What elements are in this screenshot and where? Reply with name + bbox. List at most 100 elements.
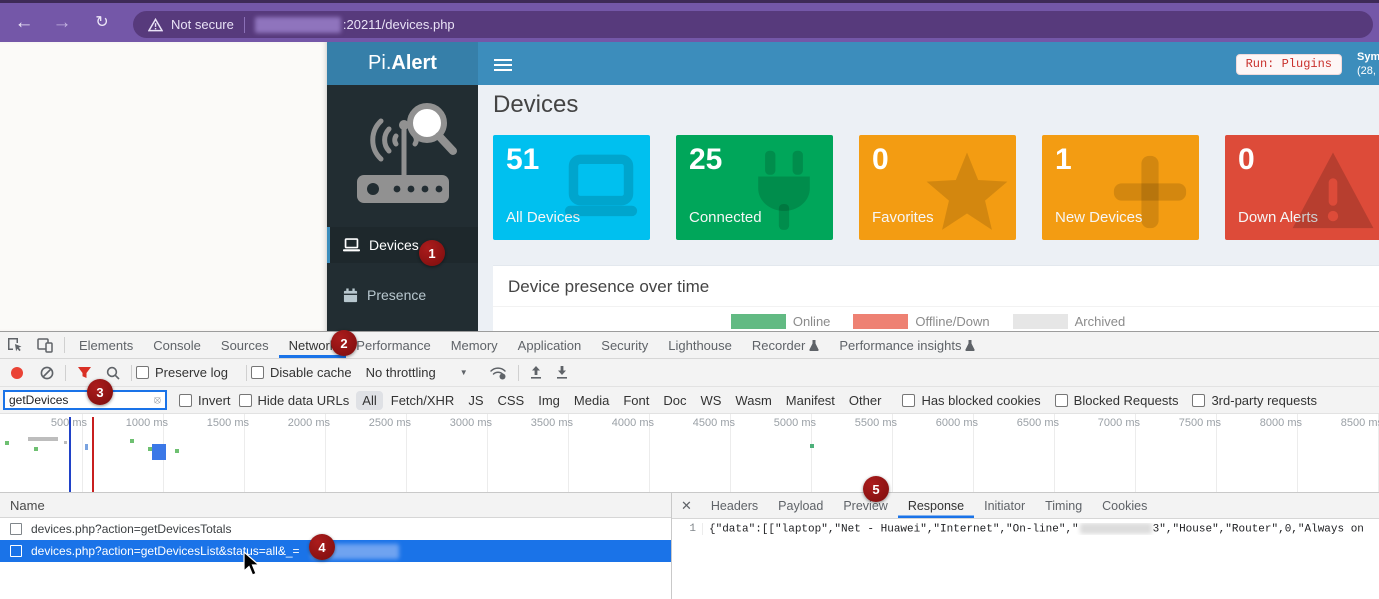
response-body-line[interactable]: 1 {"data":[["laptop","Net - Huawei","Int…: [672, 523, 1379, 535]
checkbox-label: Has blocked cookies: [921, 393, 1040, 408]
hamburger-menu-icon[interactable]: [494, 56, 512, 74]
request-list-header[interactable]: Name: [0, 493, 671, 518]
checkbox-icon[interactable]: [136, 366, 149, 379]
clear-filter-icon[interactable]: ⦻: [154, 394, 161, 407]
import-har-icon[interactable]: [523, 366, 549, 379]
resource-type-filter[interactable]: Fetch/XHR: [385, 391, 461, 410]
stat-card-connected[interactable]: 25 Connected: [676, 135, 833, 240]
address-bar[interactable]: Not secure :20211/devices.php: [133, 11, 1373, 38]
warning-triangle-icon: [148, 18, 163, 32]
checkbox-icon[interactable]: [179, 394, 192, 407]
tab-recorder[interactable]: Recorder: [742, 332, 829, 358]
screenshot-root: ← → ↻ Not secure :20211/devices.php Pi.A…: [0, 0, 1379, 599]
laptop-icon: [343, 238, 360, 252]
tab-sources[interactable]: Sources: [211, 332, 279, 358]
annotation-badge-2: 2: [331, 330, 357, 356]
resource-type-filter[interactable]: Img: [532, 391, 566, 410]
hide-data-urls-checkbox[interactable]: Hide data URLs: [239, 393, 350, 408]
request-list-panel: Name devices.php?action=getDevicesTotals…: [0, 493, 672, 599]
reload-icon[interactable]: ↻: [90, 11, 114, 35]
record-button[interactable]: [11, 367, 23, 379]
stat-card-down-alerts[interactable]: 0 Down Alerts: [1225, 135, 1379, 240]
request-row-get-devices-list[interactable]: devices.php?action=getDevicesList&status…: [0, 540, 671, 562]
timeline-tick-label: 3000 ms: [420, 417, 492, 429]
resource-type-filter[interactable]: Other: [843, 391, 888, 410]
tab-headers[interactable]: Headers: [701, 493, 768, 518]
resource-type-filter[interactable]: Wasm: [729, 391, 777, 410]
search-icon[interactable]: [99, 366, 127, 380]
resource-type-filter[interactable]: WS: [694, 391, 727, 410]
third-party-requests-checkbox[interactable]: 3rd-party requests: [1192, 393, 1317, 408]
sidebar-item-devices[interactable]: Devices: [327, 227, 478, 263]
back-icon[interactable]: ←: [12, 11, 36, 35]
legend-label: Archived: [1075, 314, 1126, 329]
tab-memory[interactable]: Memory: [441, 332, 508, 358]
tab-lighthouse[interactable]: Lighthouse: [658, 332, 742, 358]
plus-icon: [1107, 149, 1193, 235]
checkbox-icon[interactable]: [1055, 394, 1068, 407]
resource-type-filter[interactable]: Doc: [657, 391, 692, 410]
export-har-icon[interactable]: [549, 366, 575, 379]
resource-type-filter[interactable]: CSS: [492, 391, 531, 410]
clear-icon[interactable]: [33, 366, 61, 380]
invert-checkbox[interactable]: Invert: [179, 393, 231, 408]
tab-performance-insights[interactable]: Performance insights: [829, 332, 985, 358]
has-blocked-cookies-checkbox[interactable]: Has blocked cookies: [902, 393, 1040, 408]
timeline-activity-mark: [5, 441, 9, 445]
tab-cookies[interactable]: Cookies: [1092, 493, 1157, 518]
filter-input[interactable]: getDevices ⦻: [3, 390, 167, 410]
url-text: :20211/devices.php: [343, 17, 455, 32]
tab-console[interactable]: Console: [143, 332, 211, 358]
legend-item[interactable]: Online: [731, 314, 847, 329]
name-column-header[interactable]: Name: [10, 498, 45, 513]
resource-type-filter[interactable]: Media: [568, 391, 615, 410]
close-icon[interactable]: ✕: [672, 493, 701, 518]
sidebar-item-label: Presence: [367, 287, 426, 303]
run-plugins-button[interactable]: Run: Plugins: [1236, 54, 1342, 75]
disable-cache-checkbox[interactable]: Disable cache: [251, 365, 352, 380]
tab-timing[interactable]: Timing: [1035, 493, 1092, 518]
warning-icon: [1290, 149, 1376, 235]
stat-card-all-devices[interactable]: 51 All Devices: [493, 135, 650, 240]
pialert-logo-text[interactable]: Pi.Alert: [327, 42, 478, 85]
stat-card-new-devices[interactable]: 1 New Devices: [1042, 135, 1199, 240]
tab-elements[interactable]: Elements: [69, 332, 143, 358]
devtools-panel: Elements Console Sources Network Perform…: [0, 331, 1379, 599]
mouse-cursor: [243, 551, 261, 577]
resource-type-filters: AllFetch/XHRJSCSSImgMediaFontDocWSWasmMa…: [355, 391, 888, 410]
sidebar-item-presence[interactable]: Presence: [327, 277, 478, 313]
network-conditions-icon[interactable]: [482, 366, 514, 380]
tab-response[interactable]: Response: [898, 493, 974, 518]
network-overview-timeline[interactable]: 500 ms1000 ms1500 ms2000 ms2500 ms3000 m…: [0, 414, 1379, 493]
stat-card-favorites[interactable]: 0 Favorites: [859, 135, 1016, 240]
throttling-dropdown[interactable]: No throttling ▼: [366, 365, 468, 380]
brand-alert: Alert: [391, 52, 437, 75]
tab-initiator[interactable]: Initiator: [974, 493, 1035, 518]
checkbox-icon[interactable]: [239, 394, 252, 407]
checkbox-icon[interactable]: [251, 366, 264, 379]
tab-security[interactable]: Security: [591, 332, 658, 358]
inspect-element-icon[interactable]: [0, 332, 30, 358]
timeline-activity-mark: [85, 444, 88, 450]
resource-type-filter[interactable]: All: [356, 391, 382, 410]
resource-type-filter[interactable]: Manifest: [780, 391, 841, 410]
preserve-log-checkbox[interactable]: Preserve log: [136, 365, 228, 380]
tab-application[interactable]: Application: [508, 332, 592, 358]
checkbox-icon[interactable]: [902, 394, 915, 407]
legend-item[interactable]: Archived: [1013, 314, 1142, 329]
legend-item[interactable]: Offline/Down: [853, 314, 1005, 329]
blocked-requests-checkbox[interactable]: Blocked Requests: [1055, 393, 1179, 408]
resource-type-filter[interactable]: Font: [617, 391, 655, 410]
timeline-tick-label: 2000 ms: [258, 417, 330, 429]
timeline-tick-label: 6500 ms: [987, 417, 1059, 429]
resource-type-filter[interactable]: JS: [462, 391, 489, 410]
filter-funnel-icon[interactable]: [70, 366, 99, 379]
forward-icon[interactable]: →: [50, 11, 74, 35]
redacted-host: [255, 17, 341, 33]
tab-performance[interactable]: Performance: [346, 332, 440, 358]
request-row-get-devices-totals[interactable]: devices.php?action=getDevicesTotals: [0, 518, 671, 540]
checkbox-icon[interactable]: [1192, 394, 1205, 407]
tab-payload[interactable]: Payload: [768, 493, 833, 518]
timeline-activity-mark: [810, 444, 814, 448]
device-toolbar-icon[interactable]: [30, 332, 60, 358]
